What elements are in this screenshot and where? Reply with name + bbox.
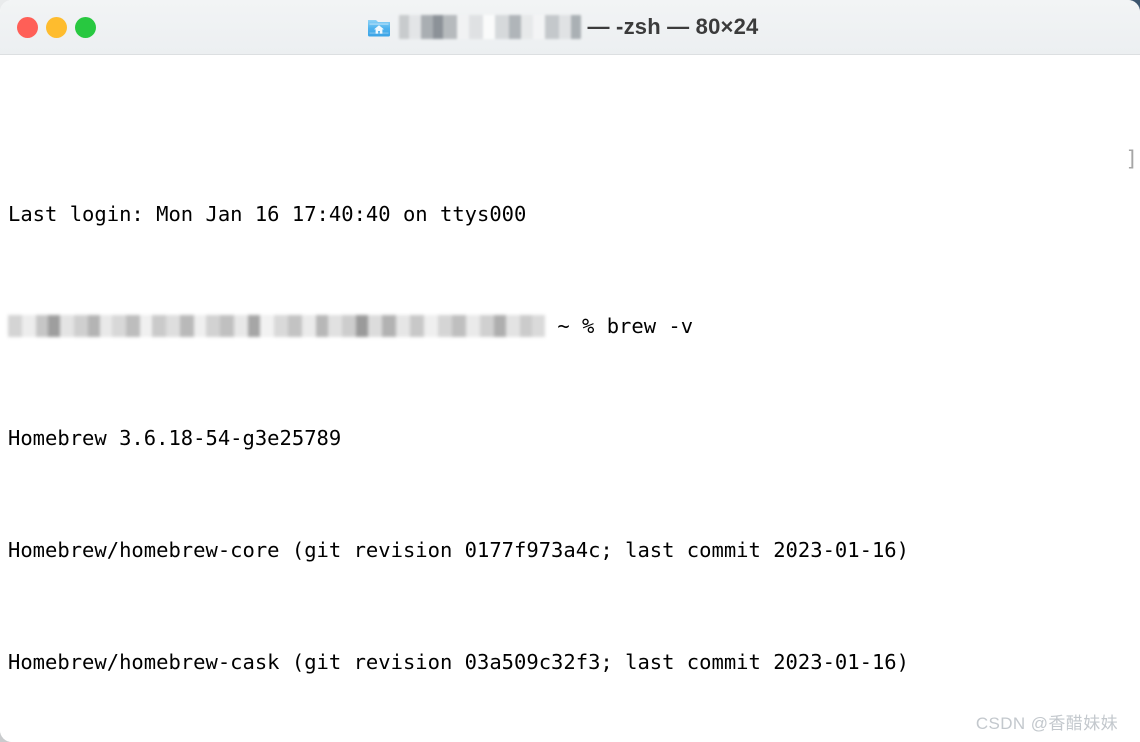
terminal-window: — -zsh — 80×24 Last login: Mon Jan 16 17… bbox=[0, 0, 1140, 742]
homebrew-cask-text: Homebrew/homebrew-cask (git revision 03a… bbox=[8, 650, 909, 674]
line-wrap-marker: ] bbox=[1125, 147, 1138, 171]
terminal-line-homebrew-core: Homebrew/homebrew-core (git revision 017… bbox=[8, 536, 1140, 564]
homebrew-core-text: Homebrew/homebrew-core (git revision 017… bbox=[8, 538, 909, 562]
terminal-line-homebrew-version: Homebrew 3.6.18-54-g3e25789 bbox=[8, 424, 1140, 452]
csdn-watermark: CSDN @香醋妹妹 bbox=[975, 714, 1118, 733]
terminal-content-area[interactable]: Last login: Mon Jan 16 17:40:40 on ttys0… bbox=[0, 55, 1140, 742]
homebrew-version-text: Homebrew 3.6.18-54-g3e25789 bbox=[8, 426, 342, 450]
terminal-line-homebrew-cask: Homebrew/homebrew-cask (git revision 03a… bbox=[8, 648, 1140, 676]
terminal-line-prompt-command: ~ % brew -v bbox=[8, 312, 1140, 340]
window-title-text: — -zsh — 80×24 bbox=[587, 14, 759, 39]
entered-command: brew -v bbox=[606, 314, 694, 338]
window-title: — -zsh — 80×24 bbox=[366, 14, 759, 40]
last-login-text: Last login: Mon Jan 16 17:40:40 on ttys0… bbox=[8, 202, 527, 226]
masked-prompt-host-user-1 bbox=[8, 315, 545, 337]
window-titlebar[interactable]: — -zsh — 80×24 bbox=[0, 0, 1140, 55]
masked-username-title bbox=[398, 15, 581, 39]
terminal-output: Last login: Mon Jan 16 17:40:40 on ttys0… bbox=[8, 116, 1140, 742]
home-folder-icon bbox=[367, 20, 390, 37]
zoom-button[interactable] bbox=[75, 17, 96, 38]
minimize-button[interactable] bbox=[46, 17, 67, 38]
terminal-line-last-login: Last login: Mon Jan 16 17:40:40 on ttys0… bbox=[8, 200, 1140, 228]
window-controls bbox=[17, 0, 96, 55]
close-button[interactable] bbox=[17, 17, 38, 38]
prompt-tail-1: ~ % bbox=[545, 314, 607, 338]
